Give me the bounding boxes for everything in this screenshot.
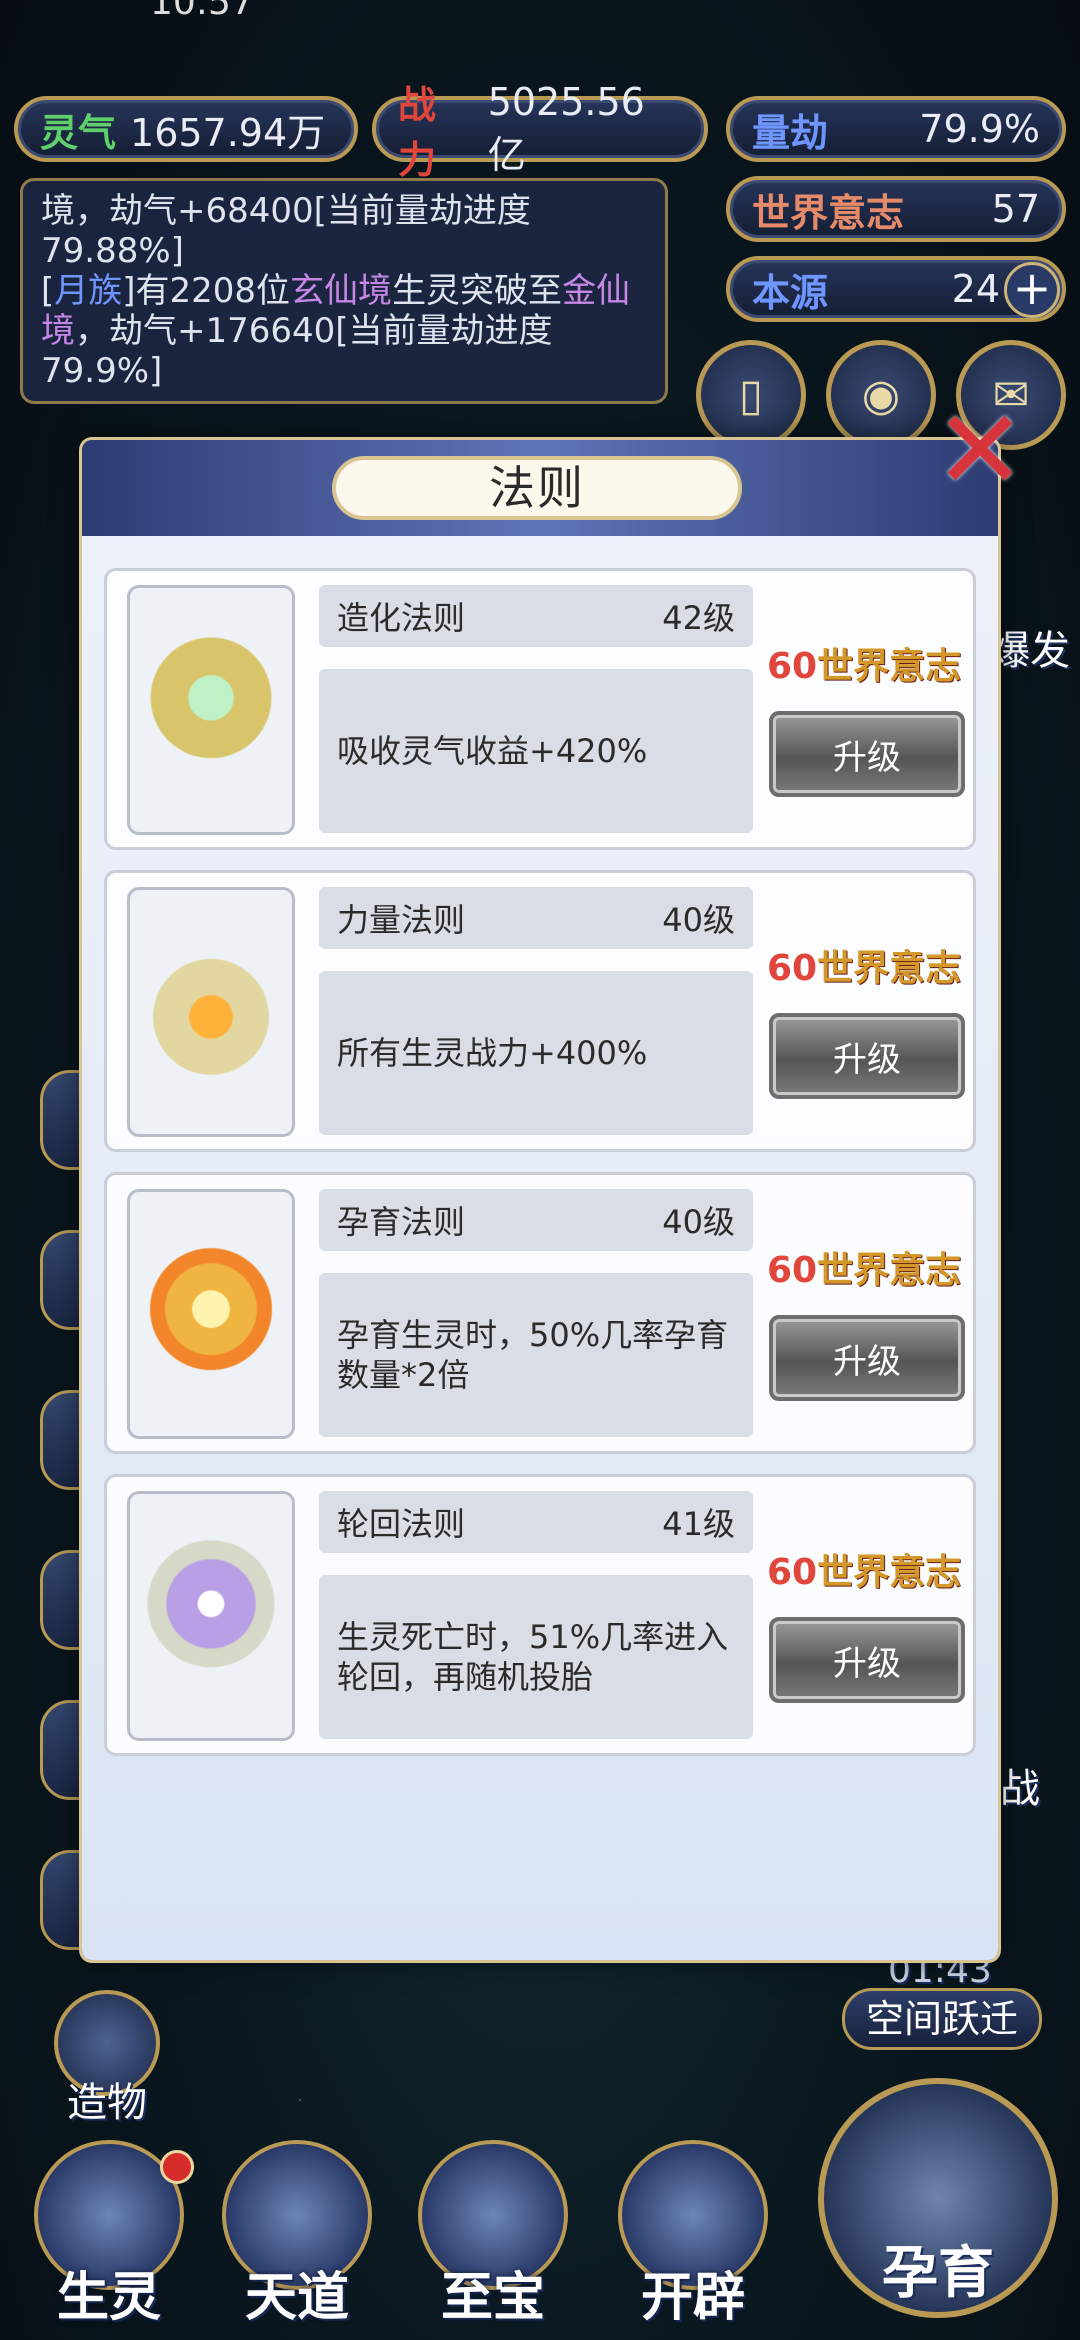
law-card-creation: 造化法则 42级 吸收灵气收益+420% 60世界意志 升级 (104, 568, 976, 850)
close-icon[interactable]: ✕ (930, 395, 1030, 505)
nav-tiandao[interactable]: 天道 (212, 2140, 382, 2330)
zhanli-label: 战力 (398, 83, 437, 182)
upgrade-button[interactable]: 升级 (769, 1013, 965, 1099)
laws-modal: 法则 造化法则 42级 吸收灵气收益+420% 60世界意志 升级 力量法则 4… (82, 440, 998, 1960)
nav-yunyu[interactable]: 孕育 (818, 2078, 1058, 2318)
lingqi-label: 灵气 (40, 110, 117, 155)
log-line: [月族]有2208位玄仙境生灵突破至金仙境，劫气+176640[当前量劫进度79… (41, 271, 631, 391)
creation-law-icon (127, 585, 295, 835)
world-will-label: 世界意志 (752, 190, 905, 235)
benyuan-label: 本源 (752, 270, 829, 315)
upgrade-button[interactable]: 升级 (769, 711, 965, 797)
notification-dot (160, 2150, 194, 2184)
nav-label: 天道 (244, 2268, 349, 2328)
law-name-bar: 孕育法则 40级 (319, 1189, 753, 1251)
law-name-bar: 力量法则 40级 (319, 887, 753, 949)
create-button[interactable]: 造物 (42, 1990, 172, 2126)
burst-label[interactable]: 爆发 (990, 618, 1070, 676)
add-benyuan-icon[interactable]: + (1004, 262, 1060, 318)
liangjie-value: 79.9% (919, 107, 1040, 151)
war-label[interactable]: 战 (1000, 1756, 1040, 1814)
liangjie-label: 量劫 (752, 110, 829, 155)
law-card-nurture: 孕育法则 40级 孕育生灵时，50%几率孕育数量*2倍 60世界意志 升级 (104, 1172, 976, 1454)
nav-label: 开辟 (640, 2268, 745, 2328)
law-name: 造化法则 (337, 599, 466, 637)
event-log: 境，劫气+68400[当前量劫进度79.88%] [月族]有2208位玄仙境生灵… (20, 178, 668, 404)
world-will-value: 57 (991, 187, 1040, 231)
law-name: 轮回法则 (337, 1505, 466, 1543)
law-level: 40级 (662, 901, 735, 939)
card-menu-button[interactable]: ▯ (696, 340, 806, 450)
log-line: 境，劫气+68400[当前量劫进度79.88%] (41, 191, 531, 271)
nav-kaipi[interactable]: 开辟 (608, 2140, 778, 2330)
upgrade-cost: 60世界意志 (767, 1552, 962, 1593)
lingqi-resource-bar: 灵气 1657.94万 (14, 96, 358, 162)
nurture-law-icon (127, 1189, 295, 1439)
upgrade-cost: 60世界意志 (767, 948, 962, 989)
nav-label: 至宝 (440, 2268, 545, 2328)
law-level: 40级 (662, 1203, 735, 1241)
upgrade-cost: 60世界意志 (767, 646, 962, 687)
law-name: 孕育法则 (337, 1203, 466, 1241)
law-name: 力量法则 (337, 901, 466, 939)
law-level: 42级 (662, 599, 735, 637)
benyuan-resource-bar[interactable]: 本源 24 + (726, 256, 1066, 322)
eye-menu-button[interactable]: ◉ (826, 340, 936, 450)
eye-icon: ◉ (861, 369, 901, 421)
liangjie-resource-bar[interactable]: 量劫 79.9% (726, 96, 1066, 162)
law-description: 生灵死亡时，51%几率进入轮回，再随机投胎 (319, 1575, 753, 1739)
space-jump-button[interactable]: 空间跃迁 (842, 1988, 1042, 2050)
zhanli-value: 5025.56亿 (487, 79, 645, 177)
status-time: 10:57 (150, 0, 254, 23)
reincarnation-law-icon (127, 1491, 295, 1741)
law-description: 所有生灵战力+400% (319, 971, 753, 1135)
card-icon: ▯ (738, 369, 764, 421)
nav-shengling[interactable]: 生灵 (24, 2140, 194, 2330)
nav-label: 生灵 (56, 2268, 161, 2328)
law-description: 孕育生灵时，50%几率孕育数量*2倍 (319, 1273, 753, 1437)
law-name-bar: 轮回法则 41级 (319, 1491, 753, 1553)
space-jump-label: 空间跃迁 (865, 1997, 1018, 2041)
law-card-power: 力量法则 40级 所有生灵战力+400% 60世界意志 升级 (104, 870, 976, 1152)
law-card-reincarnation: 轮回法则 41级 生灵死亡时，51%几率进入轮回，再随机投胎 60世界意志 升级 (104, 1474, 976, 1756)
nav-zhibao[interactable]: 至宝 (408, 2140, 578, 2330)
world-will-resource-bar[interactable]: 世界意志 57 (726, 176, 1066, 242)
power-law-icon (127, 887, 295, 1137)
lingqi-value: 1657.94万 (130, 110, 326, 155)
zhanli-resource-bar: 战力 5025.56亿 (372, 80, 708, 182)
law-level: 41级 (662, 1505, 735, 1543)
create-label: 造物 (67, 2080, 147, 2126)
benyuan-value: 24 (951, 267, 1000, 311)
modal-title: 法则 (332, 456, 742, 520)
law-name-bar: 造化法则 42级 (319, 585, 753, 647)
upgrade-cost: 60世界意志 (767, 1250, 962, 1291)
upgrade-button[interactable]: 升级 (769, 1315, 965, 1401)
nav-label: 孕育 (882, 2241, 994, 2306)
upgrade-button[interactable]: 升级 (769, 1617, 965, 1703)
law-description: 吸收灵气收益+420% (319, 669, 753, 833)
